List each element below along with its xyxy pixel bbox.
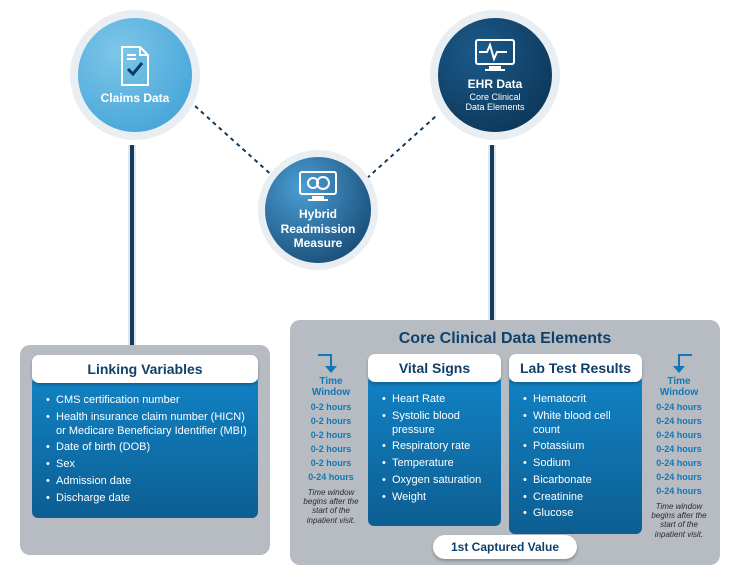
connector-left — [128, 145, 136, 355]
arrow-down-icon — [314, 354, 348, 374]
captured-value-badge: 1st Captured Value — [433, 535, 577, 559]
arrow-down-icon — [662, 354, 696, 374]
hybrid-measure-node: Hybrid Readmission Measure — [258, 150, 378, 270]
time-window: 0-24 hours — [650, 458, 708, 468]
linking-variables-tab: Linking Variables — [32, 355, 258, 383]
time-window: 0-2 hours — [302, 458, 360, 468]
time-note: Time window begins after the start of th… — [302, 488, 360, 525]
vital-signs-box: Heart Rate Systolic blood pressure Respi… — [368, 376, 501, 526]
time-window: 0-24 hours — [650, 472, 708, 482]
vital-time-column: Time Window 0-2 hours 0-2 hours 0-2 hour… — [302, 354, 360, 525]
list-item: Oxygen saturation — [382, 474, 491, 488]
hybrid-title: Hybrid Readmission Measure — [281, 207, 356, 250]
list-item: Discharge date — [46, 492, 248, 506]
list-item: Respiratory rate — [382, 440, 491, 454]
list-item: Temperature — [382, 457, 491, 471]
time-window: 0-2 hours — [302, 444, 360, 454]
time-window: 0-2 hours — [302, 416, 360, 426]
time-window: 0-24 hours — [302, 472, 360, 482]
list-item: Health insurance claim number (HICN) or … — [46, 411, 248, 439]
time-window: 0-24 hours — [650, 416, 708, 426]
time-window: 0-2 hours — [302, 402, 360, 412]
list-item: Hematocrit — [523, 393, 632, 407]
connector-right — [488, 145, 496, 325]
list-item: Date of birth (DOB) — [46, 441, 248, 455]
ehr-subtitle: Core Clinical Data Elements — [465, 93, 524, 113]
linking-variables-box: CMS certification number Health insuranc… — [32, 377, 258, 518]
monitor-pulse-icon — [473, 37, 517, 73]
list-item: Systolic blood pressure — [382, 410, 491, 438]
time-window: 0-24 hours — [650, 486, 708, 496]
claims-data-node: Claims Data — [70, 10, 200, 140]
list-item: CMS certification number — [46, 394, 248, 408]
vital-signs-column: Vital Signs Heart Rate Systolic blood pr… — [368, 354, 501, 526]
claims-title: Claims Data — [101, 91, 170, 105]
time-window-label: Time Window — [302, 376, 360, 398]
lab-results-tab: Lab Test Results — [509, 354, 642, 382]
connector-diag-left — [194, 105, 277, 180]
list-item: Creatinine — [523, 491, 632, 505]
document-check-icon — [118, 45, 152, 87]
list-item: Bicarbonate — [523, 474, 632, 488]
list-item: Sex — [46, 458, 248, 472]
lab-results-box: Hematocrit White blood cell count Potass… — [509, 376, 642, 534]
lab-results-column: Lab Test Results Hematocrit White blood … — [509, 354, 642, 534]
list-item: Glucose — [523, 507, 632, 521]
time-window: 0-2 hours — [302, 430, 360, 440]
time-window: 0-24 hours — [650, 402, 708, 412]
lab-time-column: Time Window 0-24 hours 0-24 hours 0-24 h… — [650, 354, 708, 539]
linking-variables-list: CMS certification number Health insuranc… — [42, 394, 248, 505]
list-item: Potassium — [523, 440, 632, 454]
ehr-title: EHR Data — [468, 77, 523, 91]
core-clinical-title: Core Clinical Data Elements — [302, 330, 708, 348]
time-window-label: Time Window — [650, 376, 708, 398]
time-window: 0-24 hours — [650, 430, 708, 440]
list-item: Sodium — [523, 457, 632, 471]
list-item: White blood cell count — [523, 410, 632, 438]
ehr-data-node: EHR Data Core Clinical Data Elements — [430, 10, 560, 140]
time-window: 0-24 hours — [650, 444, 708, 454]
monitor-gears-icon — [297, 169, 339, 203]
list-item: Heart Rate — [382, 393, 491, 407]
time-note: Time window begins after the start of th… — [650, 502, 708, 539]
list-item: Admission date — [46, 475, 248, 489]
linking-variables-panel: Linking Variables CMS certification numb… — [20, 345, 270, 555]
core-clinical-panel: Core Clinical Data Elements Time Window … — [290, 320, 720, 565]
vital-signs-tab: Vital Signs — [368, 354, 501, 382]
list-item: Weight — [382, 491, 491, 505]
